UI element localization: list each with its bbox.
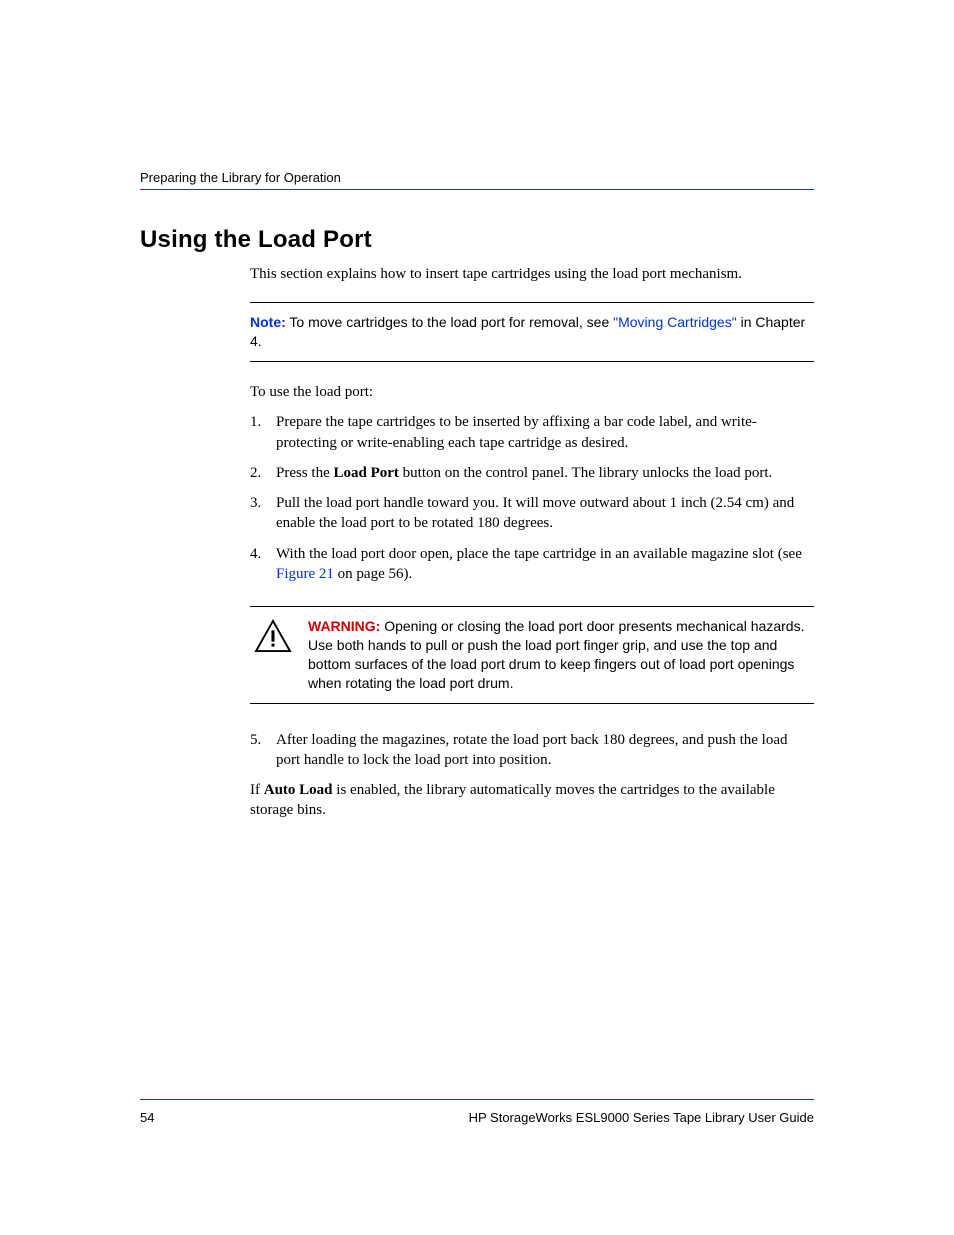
note-link-moving-cartridges[interactable]: "Moving Cartridges" — [613, 314, 737, 330]
footer-row: 54 HP StorageWorks ESL9000 Series Tape L… — [140, 1110, 814, 1125]
list-body: Prepare the tape cartridges to be insert… — [276, 412, 814, 453]
page-footer: 54 HP StorageWorks ESL9000 Series Tape L… — [140, 1099, 814, 1125]
list-body: With the load port door open, place the … — [276, 544, 814, 585]
page-content: Preparing the Library for Operation Usin… — [140, 170, 814, 1095]
warning-text: WARNING: Opening or closing the load por… — [308, 617, 814, 693]
header-rule — [140, 189, 814, 190]
lead-in-text: To use the load port: — [250, 382, 814, 402]
text-after-link: on page 56). — [334, 566, 412, 582]
list-number: 5. — [250, 730, 276, 771]
text-before-bold: Press the — [276, 465, 334, 481]
list-item: 1. Prepare the tape cartridges to be ins… — [250, 412, 814, 453]
list-body: Press the Load Port button on the contro… — [276, 463, 814, 483]
warning-body: Opening or closing the load port door pr… — [308, 618, 804, 691]
list-number: 3. — [250, 493, 276, 534]
closing-paragraph: If Auto Load is enabled, the library aut… — [250, 780, 814, 821]
body-column: This section explains how to insert tape… — [250, 264, 814, 821]
text-after-bold: button on the control panel. The library… — [399, 465, 772, 481]
page-number: 54 — [140, 1110, 154, 1125]
auto-load-bold: Auto Load — [264, 782, 333, 798]
note-label: Note: — [250, 314, 286, 330]
list-body: After loading the magazines, rotate the … — [276, 730, 814, 771]
list-number: 1. — [250, 412, 276, 453]
ordered-list-continued: 5. After loading the magazines, rotate t… — [250, 730, 814, 771]
closing-before-bold: If — [250, 782, 264, 798]
ordered-list: 1. Prepare the tape cartridges to be ins… — [250, 412, 814, 584]
intro-paragraph: This section explains how to insert tape… — [250, 264, 814, 284]
warning-icon-cell — [250, 617, 296, 693]
list-item: 5. After loading the magazines, rotate t… — [250, 730, 814, 771]
warning-icon — [254, 619, 292, 658]
list-item: 3. Pull the load port handle toward you.… — [250, 493, 814, 534]
note-text-before: To move cartridges to the load port for … — [286, 314, 613, 330]
list-item: 4. With the load port door open, place t… — [250, 544, 814, 585]
note-box: Note: To move cartridges to the load por… — [250, 302, 814, 362]
running-header: Preparing the Library for Operation — [140, 170, 814, 189]
figure-link[interactable]: Figure 21 — [276, 566, 334, 582]
load-port-bold: Load Port — [334, 465, 399, 481]
warning-label: WARNING: — [308, 618, 380, 634]
warning-box: WARNING: Opening or closing the load por… — [250, 606, 814, 704]
list-number: 2. — [250, 463, 276, 483]
footer-title: HP StorageWorks ESL9000 Series Tape Libr… — [469, 1110, 814, 1125]
section-heading: Using the Load Port — [140, 226, 814, 254]
list-number: 4. — [250, 544, 276, 585]
text-before-link: With the load port door open, place the … — [276, 546, 802, 562]
list-item: 2. Press the Load Port button on the con… — [250, 463, 814, 483]
list-body: Pull the load port handle toward you. It… — [276, 493, 814, 534]
footer-rule — [140, 1099, 814, 1100]
